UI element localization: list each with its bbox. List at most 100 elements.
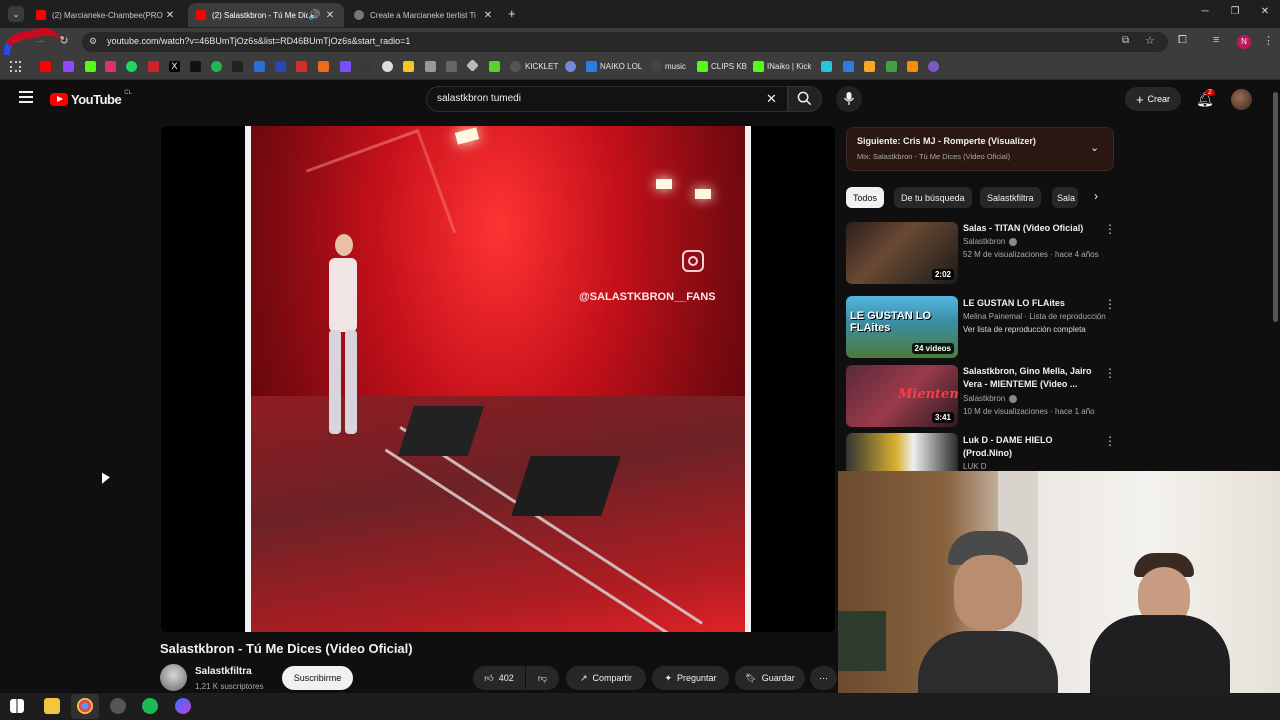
audio-playing-icon[interactable]: 🔊 xyxy=(308,10,320,21)
close-tab-icon[interactable]: ✕ xyxy=(324,10,336,21)
save-button[interactable]: 🔖︎ Guardar xyxy=(735,666,805,690)
music-bookmark-icon[interactable] xyxy=(651,61,662,72)
bookmark-music[interactable]: music xyxy=(665,62,686,71)
sidebar-video-title[interactable]: Luk D - DAME HIELO (Prod.Nino) xyxy=(963,434,1101,460)
site-info-icon[interactable]: ⚙ xyxy=(89,36,97,47)
channel-name[interactable]: Salastkfiltra xyxy=(195,666,252,677)
chip-todos[interactable]: Todos xyxy=(846,187,885,208)
sidebar-channel[interactable]: Salastkbron xyxy=(963,394,1005,403)
kick-naiko-bookmark-icon[interactable] xyxy=(753,61,764,72)
install-app-icon[interactable]: ⧉ xyxy=(1122,35,1129,46)
channel-avatar[interactable] xyxy=(160,664,187,691)
gray-bookmark-icon[interactable] xyxy=(446,61,457,72)
playlist-thumbnail[interactable]: LE GUSTAN LO FLAites 24 videos xyxy=(846,296,958,358)
bookmark-inaiko-kick[interactable]: INaiko | Kick xyxy=(767,62,811,71)
red-bookmark-icon[interactable] xyxy=(296,61,307,72)
green-bookmark-icon[interactable] xyxy=(886,61,897,72)
blue-bookmark-icon[interactable] xyxy=(254,61,265,72)
orange-bookmark-icon[interactable] xyxy=(318,61,329,72)
ask-button[interactable]: ✦ Preguntar xyxy=(652,666,729,690)
s-bookmark-icon[interactable] xyxy=(232,61,243,72)
up-next-card[interactable] xyxy=(846,127,1114,171)
chip-salastkfiltra[interactable]: Salastkfiltra xyxy=(980,187,1041,208)
video-thumbnail[interactable] xyxy=(846,433,958,471)
bookmark-star-icon[interactable]: ☆ xyxy=(1145,34,1155,47)
clips-bookmark-icon[interactable] xyxy=(697,61,708,72)
tab-search-button[interactable]: ⌄ xyxy=(8,6,24,22)
sidebar-video-title[interactable]: LE GUSTAN LO FLAites xyxy=(963,297,1101,310)
more-options-icon[interactable]: ⋮ xyxy=(1104,222,1116,236)
spotify-taskbar-icon[interactable] xyxy=(142,698,158,714)
kicklet-bookmark-icon[interactable] xyxy=(510,61,521,72)
minimize-icon[interactable]: ─ xyxy=(1190,6,1220,17)
windows-start-icon[interactable] xyxy=(10,699,24,713)
sidebar-video-title[interactable]: Salastkbron, Gino Mella, Jairo Vera - MI… xyxy=(963,365,1101,391)
chip-de-tu-busqueda[interactable]: De tu búsqueda xyxy=(894,187,972,208)
sidebar-channel[interactable]: LUK D xyxy=(963,462,987,471)
discord-bookmark-icon[interactable] xyxy=(565,61,576,72)
create-button[interactable]: + Crear xyxy=(1125,87,1181,111)
search-query-text[interactable]: salastkbron tumedi xyxy=(437,93,521,104)
page-scrollbar[interactable] xyxy=(1273,92,1278,322)
close-window-icon[interactable]: ✕ xyxy=(1250,6,1280,17)
dislike-button[interactable]: 👎︎ xyxy=(526,666,559,690)
clear-search-icon[interactable]: ✕ xyxy=(766,91,777,107)
subscribe-button[interactable]: Suscribirme xyxy=(282,666,353,690)
video-player[interactable]: @SALASTKBRON__FANS xyxy=(161,126,835,632)
browser-tab-3[interactable]: Create a Marcianeke tierlist Ti ✕ xyxy=(346,3,502,27)
purple-bookmark-icon[interactable] xyxy=(340,61,351,72)
hamburger-menu-icon[interactable] xyxy=(19,91,33,103)
x-bookmark-icon[interactable]: X xyxy=(169,61,180,72)
extensions-icon[interactable]: ⧠ xyxy=(1178,34,1187,47)
media-control-icon[interactable]: ≡ xyxy=(1213,34,1219,46)
spiral-bookmark-icon[interactable] xyxy=(928,61,939,72)
app-taskbar-icon[interactable] xyxy=(110,698,126,714)
like-button[interactable]: 👍︎ 402 xyxy=(473,666,525,690)
file-explorer-icon[interactable] xyxy=(44,698,60,714)
youtube-logo[interactable]: YouTube CL xyxy=(50,90,132,107)
kick-bookmark-icon[interactable] xyxy=(85,61,96,72)
profile-avatar[interactable]: N xyxy=(1237,35,1251,49)
new-tab-icon[interactable]: + xyxy=(508,6,516,21)
cat-bookmark-icon[interactable] xyxy=(425,61,436,72)
close-tab-icon[interactable]: ✕ xyxy=(482,10,494,21)
youtube-bookmark-icon[interactable] xyxy=(40,61,51,72)
chip-sala[interactable]: Sala xyxy=(1052,187,1078,208)
tiktok-bookmark-icon[interactable] xyxy=(190,61,201,72)
yellow-bookmark-icon[interactable] xyxy=(403,61,414,72)
view-playlist-link[interactable]: Ver lista de reproducción completa xyxy=(963,325,1086,334)
instagram-bookmark-icon[interactable] xyxy=(105,61,116,72)
browser-menu-icon[interactable]: ⋮ xyxy=(1263,34,1274,47)
pin-bookmark-icon[interactable] xyxy=(148,61,159,72)
more-options-icon[interactable]: ⋮ xyxy=(1104,434,1116,448)
chrome-bookmark-icon[interactable] xyxy=(382,61,393,72)
whatsapp-bookmark-icon[interactable] xyxy=(126,61,137,72)
amber-bookmark-icon[interactable] xyxy=(864,61,875,72)
sidebar-channel[interactable]: Salastkbron xyxy=(963,237,1005,246)
teal-bookmark-icon[interactable] xyxy=(821,61,832,72)
close-tab-icon[interactable]: ✕ xyxy=(164,10,176,21)
bookmark-naiko-lol[interactable]: NAIKO LOL xyxy=(600,62,642,71)
green-x-bookmark-icon[interactable] xyxy=(489,61,500,72)
more-options-icon[interactable]: ⋮ xyxy=(1104,297,1116,311)
naiko-bookmark-icon[interactable] xyxy=(586,61,597,72)
apps-grid-icon[interactable] xyxy=(10,61,21,72)
share-button[interactable]: ↗ Compartir xyxy=(566,666,646,690)
sidebar-video-title[interactable]: Salas - TITAN (Video Oficial) xyxy=(963,222,1101,235)
twitch-bookmark-icon[interactable] xyxy=(63,61,74,72)
sidebar-channel[interactable]: Melina Painemal · Lista de reproducción xyxy=(963,312,1106,321)
u-bookmark-icon[interactable] xyxy=(907,61,918,72)
chart-bookmark-icon[interactable] xyxy=(843,61,854,72)
url-text[interactable]: youtube.com/watch?v=46BUmTjOz6s&list=RD4… xyxy=(107,36,410,46)
more-options-icon[interactable]: ⋮ xyxy=(1104,366,1116,380)
more-actions-button[interactable]: ⋯ xyxy=(810,666,837,690)
chevron-right-icon[interactable]: › xyxy=(1094,189,1098,203)
bookmark-kicklet[interactable]: KICKLET xyxy=(525,62,558,71)
account-avatar[interactable] xyxy=(1231,89,1252,110)
spotify-bookmark-icon[interactable] xyxy=(211,61,222,72)
pin2-bookmark-icon[interactable] xyxy=(275,61,286,72)
browser-tab-2[interactable]: (2) Salastkbron - Tú Me Dic 🔊 ✕ xyxy=(188,3,344,27)
messenger-taskbar-icon[interactable] xyxy=(175,698,191,714)
video-thumbnail[interactable]: 2:02 xyxy=(846,222,958,284)
restore-icon[interactable]: ❐ xyxy=(1220,6,1250,17)
